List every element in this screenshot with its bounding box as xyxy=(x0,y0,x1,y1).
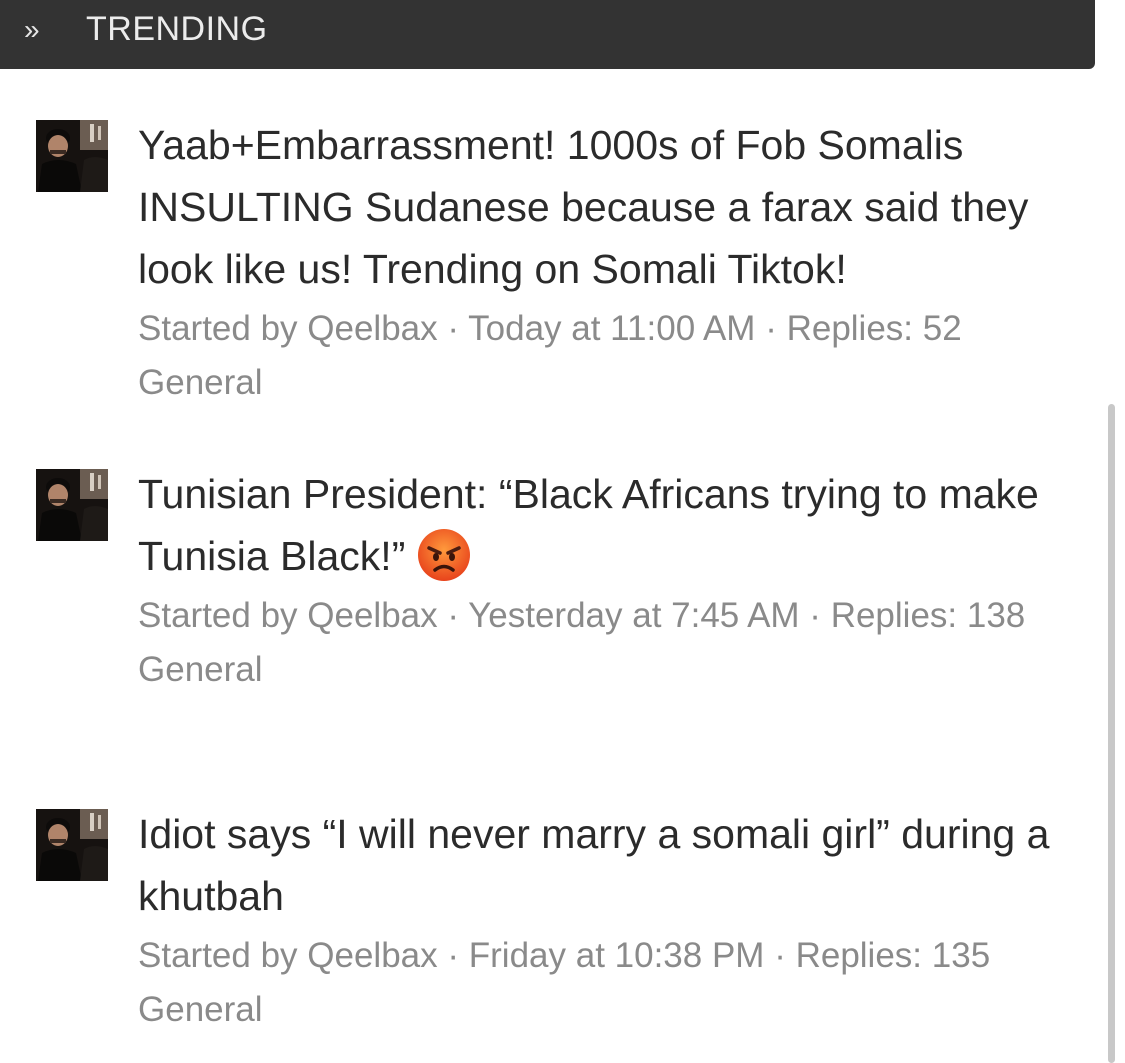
header-title: TRENDING xyxy=(86,10,268,48)
thread-title-link[interactable]: Idiot says “I will never marry a somali … xyxy=(138,803,1098,927)
thread-time[interactable]: Yesterday at 7:45 AM xyxy=(468,596,799,635)
replies-count: 138 xyxy=(966,596,1026,635)
meta-separator: · xyxy=(437,596,469,635)
replies-label: Replies: xyxy=(795,936,923,975)
user-avatar-icon[interactable] xyxy=(36,809,108,881)
trending-page: » TRENDING Yaab+Embarrassment! 1000s of … xyxy=(0,0,1125,1063)
forum-link[interactable]: General xyxy=(138,643,1098,697)
thread-time[interactable]: Today at 11:00 AM xyxy=(468,309,755,348)
trending-header[interactable]: » TRENDING xyxy=(0,0,1095,69)
thread-title-text: Tunisian President: “Black Africans tryi… xyxy=(138,471,1039,579)
user-avatar-icon[interactable] xyxy=(36,469,108,541)
thread-time[interactable]: Friday at 10:38 PM xyxy=(469,936,765,975)
thread-meta: Started by Qeelbax · Yesterday at 7:45 A… xyxy=(138,589,1098,643)
started-by-label: Started by xyxy=(138,936,298,975)
forum-link[interactable]: General xyxy=(138,356,1098,410)
forum-link[interactable]: General xyxy=(138,983,1098,1037)
thread-body: Tunisian President: “Black Africans tryi… xyxy=(138,469,1098,697)
meta-separator: · xyxy=(764,936,796,975)
replies-label: Replies: xyxy=(786,309,914,348)
replies-count: 52 xyxy=(922,309,962,348)
thread-meta: Started by Qeelbax · Friday at 10:38 PM … xyxy=(138,929,1098,983)
replies-count: 135 xyxy=(931,936,991,975)
replies-label: Replies: xyxy=(830,596,958,635)
meta-separator: · xyxy=(799,596,831,635)
thread-meta: Started by Qeelbax · Today at 11:00 AM ·… xyxy=(138,302,1098,356)
author-link[interactable]: Qeelbax xyxy=(307,309,437,348)
started-by-label: Started by xyxy=(138,309,298,348)
thread-title-link[interactable]: Tunisian President: “Black Africans tryi… xyxy=(138,463,1098,587)
double-chevron-icon[interactable]: » xyxy=(24,15,64,44)
author-link[interactable]: Qeelbax xyxy=(307,936,437,975)
started-by-label: Started by xyxy=(138,596,298,635)
scrollbar[interactable] xyxy=(1108,404,1115,1063)
thread-title-link[interactable]: Yaab+Embarrassment! 1000s of Fob Somalis… xyxy=(138,114,1098,300)
author-link[interactable]: Qeelbax xyxy=(307,596,437,635)
thread-body: Yaab+Embarrassment! 1000s of Fob Somalis… xyxy=(138,120,1098,410)
thread-body: Idiot says “I will never marry a somali … xyxy=(138,809,1098,1037)
angry-face-icon xyxy=(418,529,471,582)
meta-separator: · xyxy=(755,309,787,348)
user-avatar-icon[interactable] xyxy=(36,120,108,192)
meta-separator: · xyxy=(437,309,469,348)
meta-separator: · xyxy=(437,936,469,975)
